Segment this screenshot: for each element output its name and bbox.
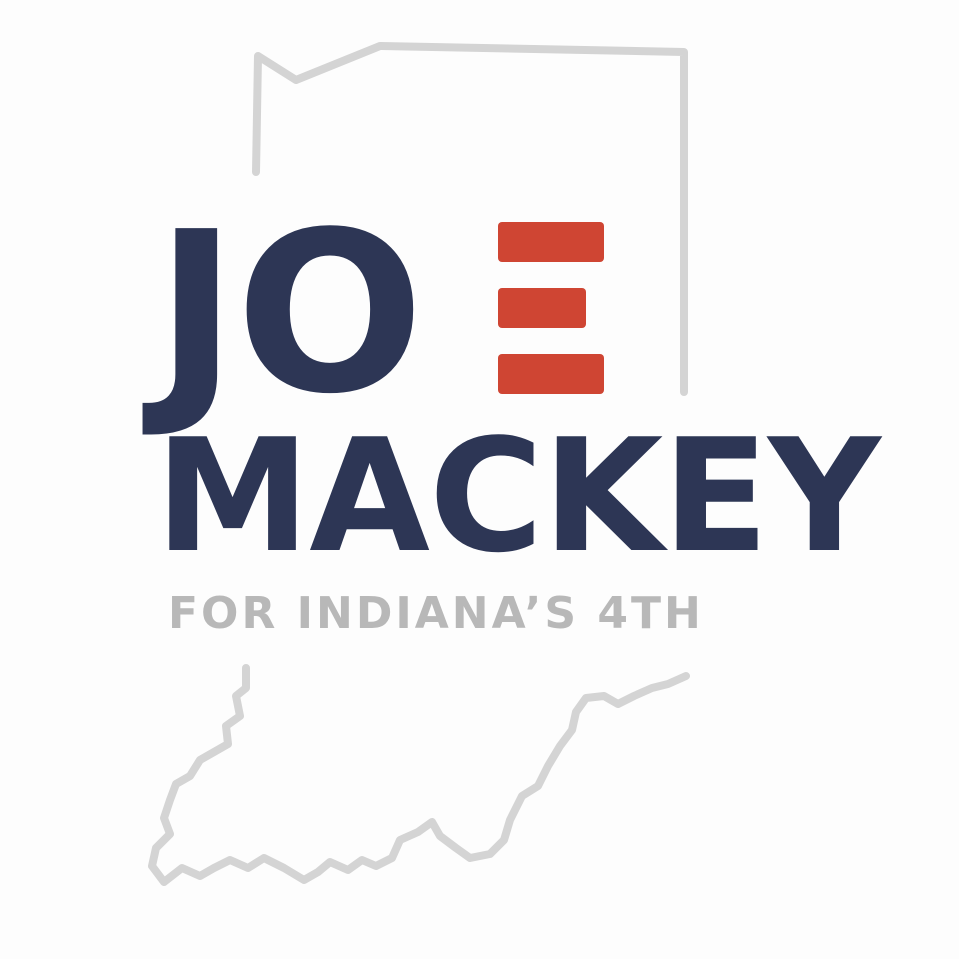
e-stripe-bottom <box>498 354 604 394</box>
first-name-text: JO <box>155 185 424 443</box>
e-stripe-top <box>498 222 604 262</box>
e-stripe-middle <box>498 288 586 328</box>
campaign-logo: JO MACKEY FOR INDIANA’S 4TH <box>0 0 959 959</box>
tagline-text: FOR INDIANA’S 4TH <box>168 588 704 639</box>
e-stripes-icon <box>498 222 604 394</box>
indiana-outline-bottom <box>148 664 690 886</box>
last-name-text: MACKEY <box>155 405 881 587</box>
